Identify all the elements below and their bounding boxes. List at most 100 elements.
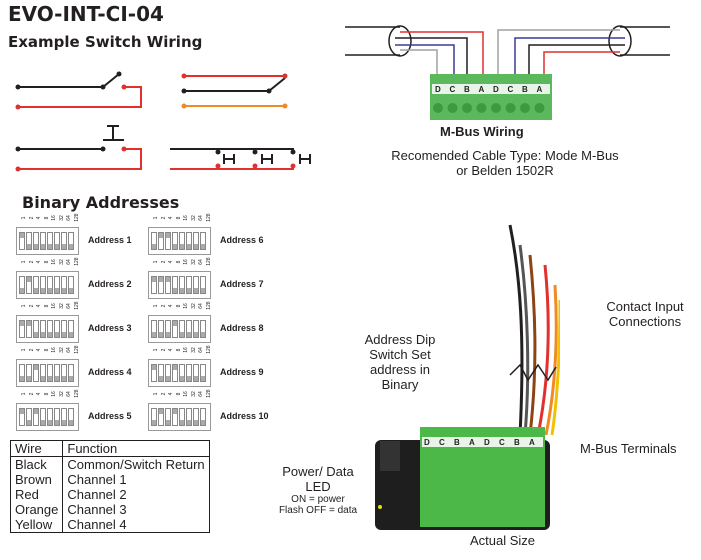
dip-switch xyxy=(200,408,206,426)
wire-cell: Black Brown Red Orange Yellow xyxy=(9,456,64,533)
bit-label: 8 xyxy=(175,392,182,396)
bit-label: 2 xyxy=(28,348,35,352)
wire-function-table: Wire Function Black Brown Red Orange Yellow C… xyxy=(9,440,210,533)
table-row: Black Brown Red Orange Yellow Common/Switch … xyxy=(9,456,210,533)
bit-label: 4 xyxy=(35,348,42,352)
bit-label: 4 xyxy=(167,392,174,396)
dip-switch xyxy=(200,320,206,338)
dip-switch xyxy=(165,408,171,426)
terminal-screw-icon xyxy=(476,103,487,113)
bit-label: 16 xyxy=(182,303,189,309)
bit-label: 2 xyxy=(160,216,167,220)
dip-switch xyxy=(179,408,185,426)
dip-switch xyxy=(179,276,185,294)
bit-label: 32 xyxy=(190,347,197,353)
bit-label: 1 xyxy=(152,216,159,220)
terminal-letter: D xyxy=(484,438,490,447)
address-label: Address 2 xyxy=(88,279,132,289)
terminal-screw-icon xyxy=(505,103,516,113)
bit-label: 1 xyxy=(20,260,27,264)
bit-label: 128 xyxy=(205,389,212,398)
address-label: Address 7 xyxy=(220,279,264,289)
dip-switch xyxy=(200,276,206,294)
dip-switch xyxy=(172,408,178,426)
dip-switch xyxy=(151,408,157,426)
mbus-wiring-title: M-Bus Wiring xyxy=(440,124,524,139)
bit-label: 128 xyxy=(73,301,80,310)
bit-label: 2 xyxy=(160,392,167,396)
column-header: Wire xyxy=(9,440,64,457)
dip-switch xyxy=(19,408,25,426)
bit-label: 1 xyxy=(152,348,159,352)
bit-label: 16 xyxy=(182,215,189,221)
terminal-letter: C xyxy=(450,85,456,94)
terminal-letter: B xyxy=(464,85,470,94)
dip-switch xyxy=(19,276,25,294)
dip-switch xyxy=(33,232,39,250)
bit-label: 16 xyxy=(50,215,57,221)
bit-label: 4 xyxy=(167,216,174,220)
dip-address-8: 1 2 4 8 16 32 64 128 Address 8 xyxy=(148,301,348,343)
bit-label: 32 xyxy=(190,259,197,265)
bit-label: 128 xyxy=(205,213,212,222)
dip-switch xyxy=(200,364,206,382)
dip-switch xyxy=(193,364,199,382)
dip-switch xyxy=(33,364,39,382)
dip-switch xyxy=(26,320,32,338)
bit-label: 1 xyxy=(20,348,27,352)
dip-switch xyxy=(54,408,60,426)
bit-label: 8 xyxy=(43,348,50,352)
dip-switch xyxy=(54,320,60,338)
terminal-screw-icon xyxy=(491,103,501,113)
bit-label: 128 xyxy=(73,257,80,266)
dip-address-6: 1 2 4 8 16 32 64 128 Address 6 xyxy=(148,213,348,255)
bit-label: 8 xyxy=(175,260,182,264)
bit-label: 64 xyxy=(65,215,72,221)
dip-switch xyxy=(158,276,164,294)
contact-input-label: Contact Input Connections xyxy=(606,299,684,329)
address-label: Address 10 xyxy=(220,411,269,421)
bit-label: 4 xyxy=(35,260,42,264)
terminal-letter: B xyxy=(454,438,460,447)
terminal-letter: C xyxy=(439,438,445,447)
dip-switch xyxy=(68,276,74,294)
bit-label: 1 xyxy=(152,392,159,396)
bit-label: 8 xyxy=(43,216,50,220)
dip-switch xyxy=(186,276,192,294)
bit-label: 64 xyxy=(197,391,204,397)
switch-wiring-heading: Example Switch Wiring xyxy=(8,33,203,51)
dip-switch xyxy=(179,364,185,382)
dip-switch xyxy=(40,364,46,382)
dip-switch-label: Address Dip Switch Set address in Binary xyxy=(364,332,436,392)
dip-switch xyxy=(68,232,74,250)
parallel-pushbuttons-diagram xyxy=(170,148,311,170)
bit-label: 16 xyxy=(50,259,57,265)
dip-switch xyxy=(61,408,67,426)
dip-switch xyxy=(61,320,67,338)
dip-switch xyxy=(186,320,192,338)
column-header: Function xyxy=(62,440,210,457)
mbus-terminals-label: M-Bus Terminals xyxy=(580,441,677,456)
dip-switch xyxy=(179,320,185,338)
dip-switch xyxy=(158,364,164,382)
dip-switch xyxy=(68,320,74,338)
bit-label: 32 xyxy=(58,259,65,265)
dip-switch xyxy=(54,232,60,250)
address-label: Address 6 xyxy=(220,235,264,245)
dip-switch xyxy=(200,232,206,250)
bit-label: 8 xyxy=(43,304,50,308)
dip-switch xyxy=(193,232,199,250)
bit-label: 32 xyxy=(190,391,197,397)
dip-switch xyxy=(40,320,46,338)
bit-label: 2 xyxy=(28,260,35,264)
dip-switch xyxy=(61,276,67,294)
dip-switch xyxy=(165,364,171,382)
dip-address-7: 1 2 4 8 16 32 64 128 Address 7 xyxy=(148,257,348,299)
dip-switch xyxy=(47,408,53,426)
terminal-screw-icon xyxy=(447,103,458,113)
bit-label: 128 xyxy=(73,345,80,354)
bit-label: 4 xyxy=(167,260,174,264)
led-label: Power/ Data LED xyxy=(282,464,354,494)
address-label: Address 4 xyxy=(88,367,132,377)
terminal-screw-icon xyxy=(462,103,472,113)
